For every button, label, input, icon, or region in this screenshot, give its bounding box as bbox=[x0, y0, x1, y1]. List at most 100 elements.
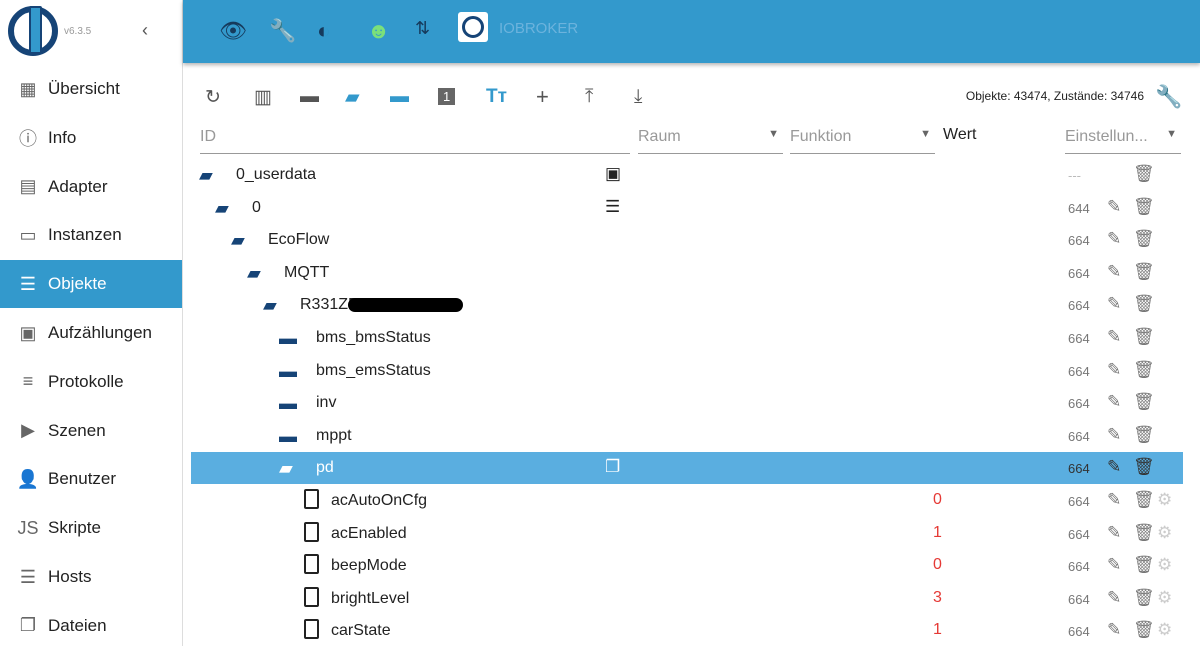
delete-icon[interactable]: 🗑 bbox=[1133, 392, 1155, 412]
download-icon[interactable]: ⤓ bbox=[634, 86, 642, 108]
tree-row[interactable]: carState 1 664 ✎ 🗑 ⚙ bbox=[191, 615, 1183, 647]
sidebar-item-list[interactable]: ☰ Objekte bbox=[0, 260, 182, 309]
folder-icon: ▬ bbox=[279, 425, 297, 446]
room-filter-select[interactable]: Raum ▼ bbox=[638, 120, 783, 154]
delete-icon[interactable]: 🗑 bbox=[1133, 294, 1155, 314]
edit-icon[interactable]: ✎ bbox=[1107, 588, 1121, 608]
tree-row[interactable]: ▬ bms_bmsStatus 664 ✎ 🗑 bbox=[191, 322, 1183, 354]
sidebar-item-user[interactable]: 👤 Benutzer bbox=[0, 455, 182, 503]
edit-icon[interactable]: ✎ bbox=[1107, 294, 1121, 314]
tree-row[interactable]: ▬ mppt 664 ✎ 🗑 bbox=[191, 420, 1183, 452]
tree-row[interactable]: beepMode 0 664 ✎ 🗑 ⚙ bbox=[191, 550, 1183, 582]
theme-toggle-icon[interactable]: ◐ bbox=[317, 18, 330, 44]
sidebar-item-hosts[interactable]: ☰ Hosts bbox=[0, 553, 182, 601]
sidebar-item-enum[interactable]: ▣ Aufzählungen bbox=[0, 309, 182, 357]
delete-icon[interactable]: 🗑 bbox=[1133, 262, 1155, 282]
delete-icon[interactable]: 🗑 bbox=[1133, 197, 1155, 217]
collapse-all-icon[interactable]: ▬ bbox=[390, 86, 409, 108]
collapse-sidebar-button[interactable]: ‹ bbox=[142, 20, 148, 41]
state-value[interactable]: 0 bbox=[933, 556, 942, 574]
edit-icon[interactable]: ✎ bbox=[1107, 327, 1121, 347]
state-value[interactable]: 1 bbox=[933, 621, 942, 639]
edit-icon[interactable]: ✎ bbox=[1107, 457, 1121, 477]
upload-icon[interactable]: ⤒ bbox=[585, 86, 593, 108]
state-value[interactable]: 1 bbox=[933, 524, 942, 542]
expand-all-icon[interactable]: ▰ bbox=[345, 86, 360, 109]
delete-icon[interactable]: 🗑 bbox=[1133, 425, 1155, 445]
sidebar-item-grid[interactable]: ▦ Übersicht bbox=[0, 65, 182, 113]
tree-row[interactable]: ▬ bms_emsStatus 664 ✎ 🗑 bbox=[191, 355, 1183, 387]
edit-icon[interactable]: ✎ bbox=[1107, 360, 1121, 380]
tree-row[interactable]: ▰ MQTT 664 ✎ 🗑 bbox=[191, 257, 1183, 289]
permissions: 664 bbox=[1068, 331, 1090, 346]
tree-row[interactable]: ▰ R331ZE 664 ✎ 🗑 bbox=[191, 289, 1183, 321]
tree-row[interactable]: ▰ pd ❐ 664 ✎ 🗑 bbox=[191, 452, 1183, 485]
permissions: 664 bbox=[1068, 624, 1090, 640]
edit-icon[interactable]: ✎ bbox=[1107, 490, 1121, 510]
gear-icon[interactable]: ⚙ bbox=[1157, 490, 1172, 510]
sidebar-item-logs[interactable]: ≡ Protokolle bbox=[0, 358, 182, 406]
copy-icon[interactable]: ❐ bbox=[605, 457, 620, 477]
settings-column-select[interactable]: Einstellun... ▼ bbox=[1065, 120, 1181, 154]
sidebar-item-info[interactable]: ⓘ Info bbox=[0, 114, 182, 162]
settings-wrench-icon[interactable]: 🔧 bbox=[1155, 84, 1182, 110]
id-filter-input[interactable]: ID bbox=[200, 120, 630, 154]
edit-icon[interactable]: ✎ bbox=[1107, 523, 1121, 543]
object-id: EcoFlow bbox=[268, 231, 330, 249]
tree-row[interactable]: ▰ 0 ☰ 644 ✎ 🗑 bbox=[191, 192, 1183, 224]
text-size-icon[interactable]: Tт bbox=[486, 86, 507, 108]
object-id: bms_emsStatus bbox=[316, 361, 431, 379]
edit-icon[interactable]: ✎ bbox=[1107, 620, 1121, 640]
gear-icon[interactable]: ⚙ bbox=[1157, 620, 1172, 640]
expert-mode-icon[interactable]: ☻ bbox=[367, 18, 390, 44]
delete-icon[interactable]: 🗑 bbox=[1133, 164, 1155, 184]
gear-icon[interactable]: ⚙ bbox=[1157, 555, 1172, 575]
tree-row[interactable]: acAutoOnCfg 0 664 ✎ 🗑 ⚙ bbox=[191, 485, 1183, 517]
wrench-icon[interactable]: 🔧 bbox=[269, 18, 296, 44]
edit-icon[interactable]: ✎ bbox=[1107, 555, 1121, 575]
edit-icon[interactable]: ✎ bbox=[1107, 425, 1121, 445]
object-id: acEnabled bbox=[331, 524, 407, 542]
delete-icon[interactable]: 🗑 bbox=[1133, 555, 1155, 575]
delete-icon[interactable]: 🗑 bbox=[1133, 327, 1155, 347]
sync-disabled-icon[interactable]: ⇅ bbox=[415, 18, 430, 39]
delete-icon[interactable]: 🗑 bbox=[1133, 523, 1155, 543]
function-filter-select[interactable]: Funktion ▼ bbox=[790, 120, 935, 154]
tree-row[interactable]: ▬ inv 664 ✎ 🗑 bbox=[191, 387, 1183, 419]
eye-icon[interactable]: 👁 bbox=[219, 18, 247, 44]
state-value[interactable]: 0 bbox=[933, 491, 942, 509]
tree-row[interactable]: acEnabled 1 664 ✎ 🗑 ⚙ bbox=[191, 518, 1183, 550]
delete-icon[interactable]: 🗑 bbox=[1133, 588, 1155, 608]
sidebar-item-instances[interactable]: ▭ Instanzen bbox=[0, 211, 182, 259]
edit-icon[interactable]: ✎ bbox=[1107, 262, 1121, 282]
sidebar-item-label: Adapter bbox=[48, 176, 108, 196]
sidebar-item-js[interactable]: JS Skripte bbox=[0, 504, 182, 552]
tree-row[interactable]: brightLevel 3 664 ✎ 🗑 ⚙ bbox=[191, 583, 1183, 615]
edit-icon[interactable]: ✎ bbox=[1107, 197, 1121, 217]
sidebar-item-scenes[interactable]: ▶ Szenen bbox=[0, 407, 182, 455]
gear-icon[interactable]: ⚙ bbox=[1157, 523, 1172, 543]
permissions: 664 bbox=[1068, 396, 1090, 412]
refresh-icon[interactable]: ↻ bbox=[205, 86, 221, 109]
columns-icon[interactable]: ▥ bbox=[254, 86, 272, 109]
edit-icon[interactable]: ✎ bbox=[1107, 392, 1121, 412]
folder-icon[interactable]: ▬ bbox=[300, 86, 319, 108]
image-icon[interactable]: ▣ bbox=[605, 164, 621, 184]
expand-level-icon[interactable]: 1 bbox=[438, 88, 456, 105]
delete-icon[interactable]: 🗑 bbox=[1133, 229, 1155, 249]
delete-icon[interactable]: 🗑 bbox=[1133, 620, 1155, 640]
sidebar-item-files[interactable]: ❐ Dateien bbox=[0, 602, 182, 650]
delete-icon[interactable]: 🗑 bbox=[1133, 457, 1155, 477]
add-icon[interactable]: + bbox=[536, 84, 549, 110]
delete-icon[interactable]: 🗑 bbox=[1133, 360, 1155, 380]
permissions: 664 bbox=[1068, 494, 1090, 509]
state-value[interactable]: 3 bbox=[933, 589, 942, 607]
edit-icon[interactable]: ✎ bbox=[1107, 229, 1121, 249]
gear-icon[interactable]: ⚙ bbox=[1157, 588, 1172, 608]
delete-icon[interactable]: 🗑 bbox=[1133, 490, 1155, 510]
sidebar-item-store[interactable]: ▤ Adapter bbox=[0, 163, 182, 211]
sidebar-item-label: Objekte bbox=[48, 274, 107, 294]
tree-row[interactable]: ▰ EcoFlow 664 ✎ 🗑 bbox=[191, 224, 1183, 256]
tree-row[interactable]: ▰ 0_userdata ▣ --- 🗑 bbox=[191, 159, 1183, 191]
description-icon[interactable]: ☰ bbox=[605, 197, 620, 217]
